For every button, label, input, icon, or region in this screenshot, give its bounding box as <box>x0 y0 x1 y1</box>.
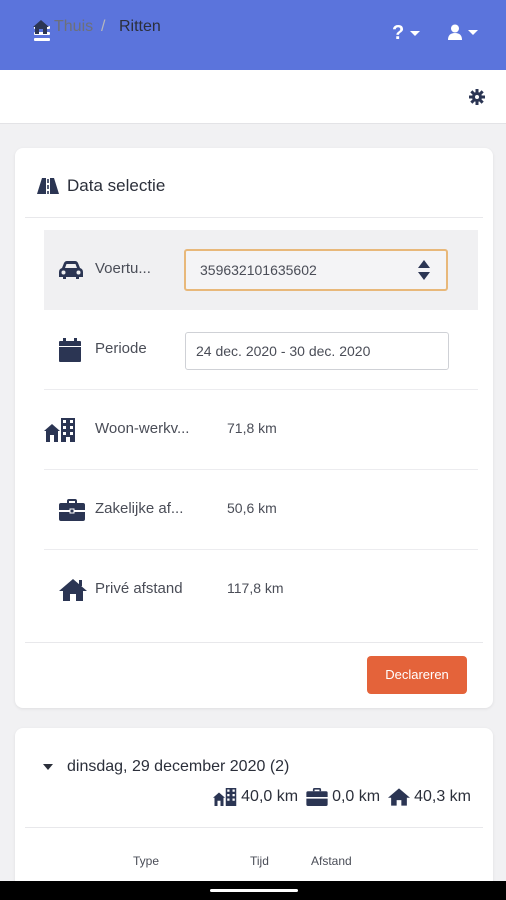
gear-icon[interactable] <box>469 89 485 105</box>
home-icon <box>388 788 411 806</box>
breadcrumb <box>0 70 506 124</box>
private-km: 40,3 km <box>414 788 471 805</box>
commute-label: Woon-werkv... <box>95 420 190 437</box>
chevron-down-icon <box>410 31 421 36</box>
divider <box>25 642 483 643</box>
divider <box>25 827 483 828</box>
period-date-range-input[interactable]: 24 dec. 2020 - 30 dec. 2020 <box>185 332 449 370</box>
calendar-icon <box>59 338 81 362</box>
breadcrumb-home-link[interactable]: Thuis <box>33 18 93 36</box>
breadcrumb-current: Ritten <box>119 18 161 35</box>
car-icon <box>59 261 83 279</box>
commute-value: 71,8 km <box>227 420 277 436</box>
card-title: Data selectie <box>37 176 165 196</box>
vehicle-select-value: 359632101635602 <box>200 262 317 278</box>
home-icon <box>33 20 49 34</box>
caret-down-icon <box>43 764 53 770</box>
briefcase-icon <box>306 788 328 806</box>
user-icon <box>448 24 462 40</box>
business-km: 0,0 km <box>332 788 381 805</box>
card-title-text: Data selectie <box>67 176 166 195</box>
day-summary: 40,0 km 0,0 km 40,3 km <box>205 788 471 806</box>
briefcase-icon <box>59 499 85 521</box>
day-group-title: dinsdag, 29 december 2020 (2) <box>67 758 290 775</box>
period-label: Periode <box>95 340 147 357</box>
vehicle-label: Voertu... <box>95 260 151 277</box>
breadcrumb-separator: / <box>101 18 106 35</box>
chevron-down-icon <box>468 29 478 35</box>
vehicle-row: Voertu... 359632101635602 <box>44 230 478 310</box>
day-group-card: dinsdag, 29 december 2020 (2) 40,0 km 0,… <box>15 728 493 888</box>
private-row: Privé afstand 117,8 km <box>44 550 478 630</box>
divider <box>25 217 483 218</box>
private-label: Privé afstand <box>95 580 183 597</box>
period-row: Periode 24 dec. 2020 - 30 dec. 2020 <box>44 310 478 390</box>
data-selection-card: Data selectie Voertu... 359632101635602 … <box>15 148 493 708</box>
system-navigation-bar <box>0 881 506 900</box>
declare-button[interactable]: Declareren <box>367 656 467 694</box>
private-value: 117,8 km <box>227 580 284 596</box>
commute-row: Woon-werkv... 71,8 km <box>44 390 478 470</box>
business-value: 50,6 km <box>227 500 277 516</box>
column-header-distance: Afstand <box>311 854 352 868</box>
home-gesture-handle[interactable] <box>210 889 298 892</box>
sort-arrows-icon <box>418 260 430 280</box>
commute-km: 40,0 km <box>241 788 299 805</box>
column-header-type: Type <box>133 854 160 868</box>
breadcrumb-home-label: Thuis <box>54 18 94 35</box>
business-row: Zakelijke af... 50,6 km <box>44 470 478 550</box>
road-icon <box>37 178 59 194</box>
help-menu[interactable]: ? <box>392 22 421 45</box>
user-menu[interactable] <box>448 24 478 40</box>
period-value: 24 dec. 2020 - 30 dec. 2020 <box>196 343 371 359</box>
help-icon: ? <box>392 22 405 44</box>
vehicle-select[interactable]: 359632101635602 <box>184 249 448 291</box>
home-office-icon <box>213 788 237 806</box>
home-icon <box>59 579 87 601</box>
business-label: Zakelijke af... <box>95 500 184 517</box>
column-header-time: Tijd <box>250 854 269 868</box>
day-group-toggle[interactable]: dinsdag, 29 december 2020 (2) <box>43 758 289 776</box>
home-office-icon <box>44 418 75 442</box>
